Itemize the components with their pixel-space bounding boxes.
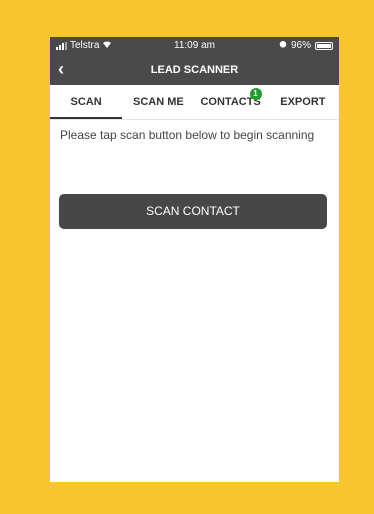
phone-screen: Telstra 11:09 am 96% ‹ LEAD SCANNER SCAN…	[50, 37, 339, 482]
tab-scan[interactable]: SCAN	[50, 85, 123, 119]
page-title: LEAD SCANNER	[150, 64, 239, 76]
tab-export[interactable]: EXPORT	[267, 85, 339, 119]
scan-instructions: Please tap scan button below to begin sc…	[60, 128, 315, 142]
battery-percent: 96%	[290, 40, 311, 51]
battery-icon	[315, 41, 333, 50]
tab-bar: SCAN SCAN ME CONTACTS 1 EXPORT	[50, 85, 339, 120]
nav-bar: ‹ LEAD SCANNER	[50, 55, 339, 85]
contacts-count-badge: 1	[249, 88, 262, 100]
scan-contact-button[interactable]: SCAN CONTACT	[59, 194, 327, 229]
tab-contacts[interactable]: CONTACTS 1	[195, 85, 267, 119]
status-bar: Telstra 11:09 am 96%	[50, 37, 339, 55]
tab-scan-me[interactable]: SCAN ME	[122, 85, 194, 119]
alarm-icon	[279, 40, 287, 51]
status-right: 96%	[279, 40, 333, 51]
